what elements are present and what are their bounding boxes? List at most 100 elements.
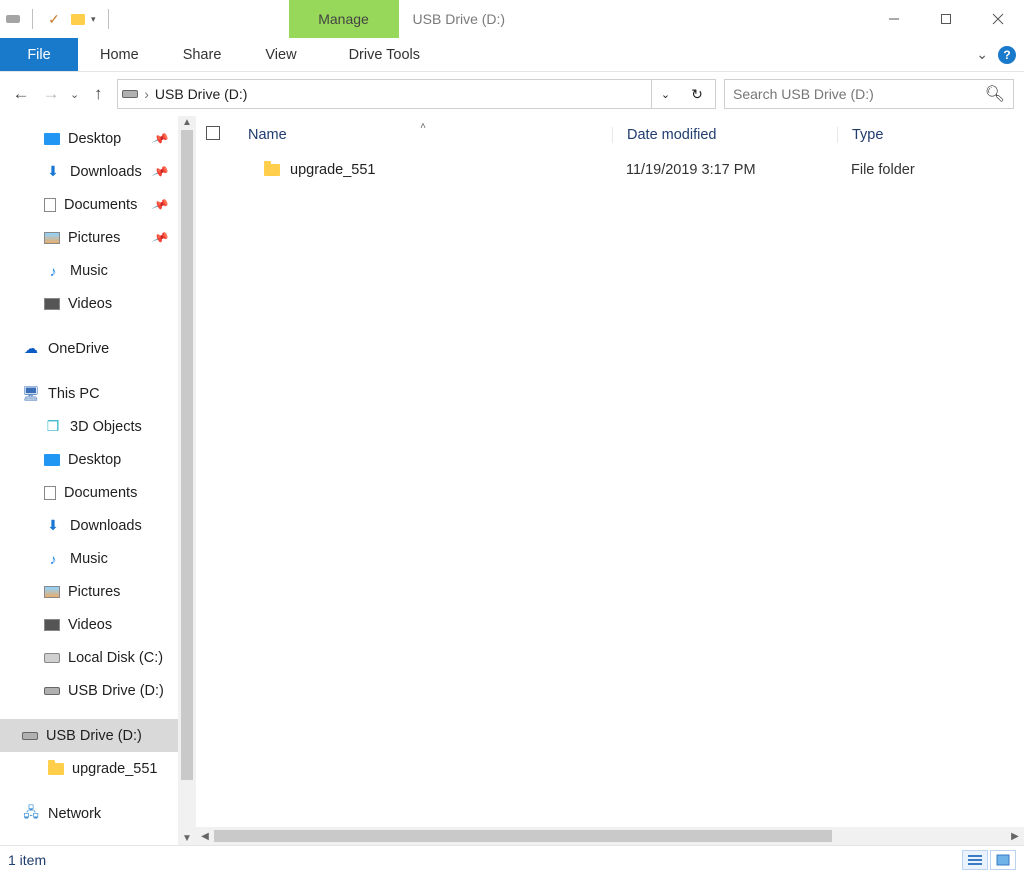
nav-spacer[interactable] — [0, 320, 178, 332]
search-placeholder: Search USB Drive (D:) — [733, 86, 874, 102]
close-button[interactable] — [972, 0, 1024, 38]
nav-quick-desktop[interactable]: Desktop📌 — [0, 122, 178, 155]
address-dropdown[interactable]: ⌄ — [651, 80, 679, 108]
nav-quick-documents[interactable]: Documents📌 — [0, 188, 178, 221]
scroll-up-icon[interactable]: ▲ — [178, 117, 196, 128]
nav-item-label: Pictures — [68, 584, 120, 600]
qat-divider-2 — [108, 9, 109, 29]
nav-spacer[interactable] — [0, 365, 178, 377]
chevron-down-icon: ⌄ — [661, 88, 670, 101]
column-date-modified[interactable]: Date modified — [612, 127, 837, 143]
nav-spacer[interactable] — [0, 785, 178, 797]
navigation-row: ← → ⌄ ↑ › USB Drive (D:) ⌄ ↻ Search USB … — [0, 72, 1024, 116]
nav-pc-documents[interactable]: Documents — [0, 476, 178, 509]
up-button[interactable]: ↑ — [87, 84, 109, 104]
nav-item-label: upgrade_551 — [72, 761, 157, 777]
maximize-icon — [940, 13, 952, 25]
file-tab[interactable]: File — [0, 38, 78, 71]
search-icon: 🔍︎ — [985, 84, 1005, 104]
details-view-button[interactable] — [962, 850, 988, 870]
address-bar[interactable]: › USB Drive (D:) ⌄ ↻ — [117, 79, 716, 109]
h-scroll-track[interactable] — [214, 827, 1006, 845]
sort-ascending-icon: ˄ — [420, 121, 426, 132]
back-button[interactable]: ← — [10, 84, 32, 104]
nav-item-label: Music — [70, 551, 108, 567]
nav-quick-pictures[interactable]: Pictures📌 — [0, 221, 178, 254]
thumbnails-view-button[interactable] — [990, 850, 1016, 870]
properties-icon[interactable]: ✓ — [45, 11, 63, 27]
nav-pc-3d-objects[interactable]: ❒3D Objects — [0, 410, 178, 443]
file-rows: upgrade_55111/19/2019 3:17 PMFile folder — [196, 154, 1024, 827]
maximize-button[interactable] — [920, 0, 972, 38]
h-scroll-thumb[interactable] — [214, 830, 832, 842]
new-folder-icon[interactable] — [71, 14, 85, 25]
breadcrumb-current[interactable]: USB Drive (D:) — [155, 86, 248, 102]
main-area: Desktop📌⬇Downloads📌Documents📌Pictures📌♪M… — [0, 116, 1024, 845]
nav-quick-videos[interactable]: Videos — [0, 287, 178, 320]
tab-home[interactable]: Home — [78, 38, 161, 71]
horizontal-scrollbar[interactable]: ◀ ▶ — [196, 827, 1024, 845]
nav-item-label: USB Drive (D:) — [46, 728, 142, 744]
network-icon: 🖧 — [22, 806, 40, 822]
thumbnails-view-icon — [996, 854, 1010, 866]
nav-pc-videos[interactable]: Videos — [0, 608, 178, 641]
nav-network[interactable]: 🖧Network — [0, 797, 178, 830]
navigation-pane: Desktop📌⬇Downloads📌Documents📌Pictures📌♪M… — [0, 116, 196, 845]
nav-pc-music[interactable]: ♪Music — [0, 542, 178, 575]
help-icon[interactable]: ? — [998, 46, 1016, 64]
close-icon — [992, 13, 1004, 25]
search-input[interactable]: Search USB Drive (D:) 🔍︎ — [724, 79, 1014, 109]
tab-drive-tools[interactable]: Drive Tools — [327, 38, 442, 71]
nav-scroll-thumb[interactable] — [181, 130, 193, 780]
ribbon-collapse-icon[interactable]: ⌄ — [976, 46, 988, 63]
title-bar: ✓ ▾ Manage USB Drive (D:) — [0, 0, 1024, 38]
nav-quick-music[interactable]: ♪Music — [0, 254, 178, 287]
this-pc-icon: 🖥 — [22, 386, 40, 402]
column-checkbox[interactable] — [196, 126, 234, 144]
file-row[interactable]: upgrade_55111/19/2019 3:17 PMFile folder — [196, 154, 1024, 186]
tab-view[interactable]: View — [243, 38, 318, 71]
nav-pc-pictures[interactable]: Pictures — [0, 575, 178, 608]
status-bar: 1 item — [0, 845, 1024, 873]
nav-quick-downloads[interactable]: ⬇Downloads📌 — [0, 155, 178, 188]
pin-icon: 📌 — [151, 162, 170, 180]
nav-item-label: Documents — [64, 485, 137, 501]
nav-root-usb[interactable]: USB Drive (D:) — [0, 719, 178, 752]
chevron-right-icon[interactable]: › — [142, 86, 151, 102]
nav-root-usb-child[interactable]: upgrade_551 — [0, 752, 178, 785]
item-count: 1 item — [8, 852, 46, 868]
nav-spacer[interactable] — [0, 707, 178, 719]
window-title: USB Drive (D:) — [399, 0, 506, 38]
nav-item-label: USB Drive (D:) — [68, 683, 164, 699]
scroll-right-icon[interactable]: ▶ — [1006, 831, 1024, 842]
select-all-checkbox[interactable] — [206, 126, 220, 140]
tab-share[interactable]: Share — [161, 38, 244, 71]
column-name[interactable]: Name ˄ — [234, 127, 612, 143]
nav-pc-downloads[interactable]: ⬇Downloads — [0, 509, 178, 542]
column-headers: Name ˄ Date modified Type — [196, 116, 1024, 154]
refresh-icon: ↻ — [691, 86, 703, 103]
scroll-left-icon[interactable]: ◀ — [196, 831, 214, 842]
quick-access-toolbar: ✓ ▾ — [0, 0, 119, 38]
file-list-pane: Name ˄ Date modified Type upgrade_55111/… — [196, 116, 1024, 845]
nav-onedrive[interactable]: ☁OneDrive — [0, 332, 178, 365]
nav-item-label: Downloads — [70, 518, 142, 534]
nav-scrollbar[interactable]: ▲ ▼ — [178, 116, 196, 845]
qat-dropdown-icon[interactable]: ▾ — [91, 14, 96, 25]
nav-pc-local-disk-c-[interactable]: Local Disk (C:) — [0, 641, 178, 674]
scroll-down-icon[interactable]: ▼ — [178, 833, 196, 844]
nav-pc-desktop[interactable]: Desktop — [0, 443, 178, 476]
nav-item-label: OneDrive — [48, 341, 109, 357]
nav-item-label: 3D Objects — [70, 419, 142, 435]
column-type[interactable]: Type — [837, 127, 1024, 143]
nav-pc-usb-drive-d-[interactable]: USB Drive (D:) — [0, 674, 178, 707]
recent-locations-dropdown[interactable]: ⌄ — [70, 88, 79, 101]
refresh-button[interactable]: ↻ — [683, 80, 711, 108]
nav-item-label: Documents — [64, 197, 137, 213]
column-name-label: Name — [248, 127, 287, 143]
minimize-button[interactable] — [868, 0, 920, 38]
contextual-tab-manage[interactable]: Manage — [289, 0, 399, 38]
nav-this-pc[interactable]: 🖥This PC — [0, 377, 178, 410]
file-name: upgrade_551 — [290, 162, 375, 178]
forward-button[interactable]: → — [40, 84, 62, 104]
